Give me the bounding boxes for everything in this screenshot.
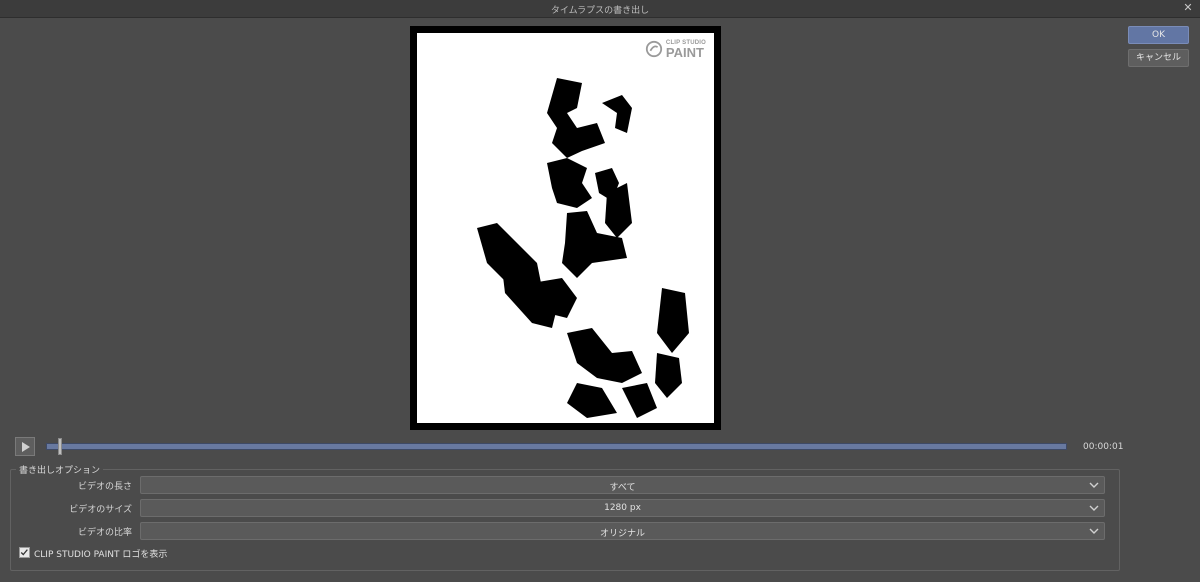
chevron-down-icon	[1089, 505, 1099, 511]
logo-text-bottom: PAINT	[665, 44, 704, 60]
show-logo-label[interactable]: CLIP STUDIO PAINT ロゴを表示	[34, 547, 167, 560]
video-ratio-value: オリジナル	[599, 529, 645, 539]
video-length-label: ビデオの長さ	[77, 482, 132, 492]
video-size-label: ビデオのサイズ	[69, 505, 132, 515]
preview-canvas: CLIP STUDIO PAINT	[417, 33, 714, 423]
video-size-select[interactable]: 1280 px	[140, 499, 1105, 517]
chevron-down-icon	[1089, 528, 1099, 534]
video-ratio-label: ビデオの比率	[77, 528, 132, 538]
chevron-down-icon	[1089, 482, 1099, 488]
video-length-value: すべて	[609, 483, 636, 493]
video-ratio-select[interactable]: オリジナル	[140, 522, 1105, 540]
play-button[interactable]	[15, 437, 35, 456]
video-length-select[interactable]: すべて	[140, 476, 1105, 494]
title-bar: タイムラプスの書き出し ✕	[0, 0, 1200, 18]
video-size-value: 1280 px	[604, 503, 641, 513]
clip-studio-logo: CLIP STUDIO PAINT	[645, 38, 706, 60]
close-icon[interactable]: ✕	[1182, 2, 1194, 14]
timeline-handle[interactable]	[58, 438, 63, 455]
timecode: 00:00:01	[1083, 442, 1124, 452]
ok-button[interactable]: OK	[1128, 26, 1189, 44]
checkmark-icon	[20, 549, 28, 556]
cancel-button[interactable]: キャンセル	[1128, 49, 1189, 67]
preview-frame: CLIP STUDIO PAINT	[410, 26, 721, 430]
window-title: タイムラプスの書き出し	[550, 6, 650, 16]
clip-studio-logo-icon	[645, 40, 663, 58]
show-logo-checkbox[interactable]	[19, 547, 30, 558]
artwork-image	[477, 78, 689, 418]
timeline-slider[interactable]	[46, 443, 1067, 450]
export-options-title: 書き出しオプション	[16, 463, 104, 476]
play-icon	[22, 442, 30, 452]
